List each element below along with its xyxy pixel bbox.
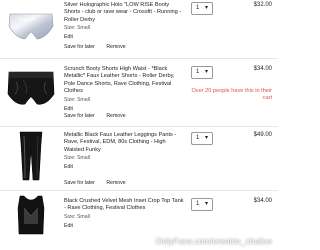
edit-link[interactable]: Edit bbox=[64, 223, 184, 229]
item-actions: Save for later Remove bbox=[64, 180, 136, 186]
remove-link[interactable]: Remove bbox=[106, 180, 125, 186]
item-price: $34.00 bbox=[253, 198, 272, 204]
chevron-down-icon: ▾ bbox=[204, 69, 208, 75]
quantity-select[interactable]: 1 ▾ bbox=[191, 132, 213, 145]
item-size: Size: Small bbox=[64, 25, 90, 32]
cart-item: Silver Holographic Holo "LOW RISE Booty … bbox=[0, 0, 278, 58]
cart-item: Scrunch Booty Shorts High Waist - *Black… bbox=[0, 62, 278, 124]
cart-popularity-notice: Over 20 people have this in their cart bbox=[191, 88, 272, 101]
item-title[interactable]: Metallic Black Faux Leather Leggings Pan… bbox=[64, 132, 184, 154]
quantity-select[interactable]: 1 ▾ bbox=[191, 2, 213, 15]
item-title[interactable]: Scrunch Booty Shorts High Waist - *Black… bbox=[64, 66, 184, 96]
divider bbox=[0, 190, 278, 191]
quantity-value: 1 bbox=[196, 135, 200, 141]
watermark: OnlyFans.com/creatrix_chalice bbox=[155, 236, 272, 246]
item-actions: Save for later Remove bbox=[64, 44, 136, 50]
quantity-select[interactable]: 1 ▾ bbox=[191, 66, 213, 79]
cart-item: Metallic Black Faux Leather Leggings Pan… bbox=[0, 128, 278, 186]
product-thumbnail[interactable] bbox=[6, 130, 56, 182]
divider bbox=[0, 58, 278, 59]
remove-link[interactable]: Remove bbox=[106, 44, 125, 50]
edit-link[interactable]: Edit bbox=[64, 106, 184, 112]
chevron-down-icon: ▾ bbox=[204, 5, 208, 11]
item-title[interactable]: Black Crushed Velvet Mesh Inset Crop Top… bbox=[64, 198, 184, 213]
quantity-value: 1 bbox=[196, 5, 200, 11]
quantity-value: 1 bbox=[196, 201, 200, 207]
chevron-down-icon: ▾ bbox=[204, 201, 208, 207]
item-price: $32.00 bbox=[253, 2, 272, 8]
item-info: Silver Holographic Holo "LOW RISE Booty … bbox=[64, 2, 184, 40]
quantity-select[interactable]: 1 ▾ bbox=[191, 198, 213, 211]
item-price: $49.00 bbox=[253, 132, 272, 138]
item-title[interactable]: Silver Holographic Holo "LOW RISE Booty … bbox=[64, 2, 184, 24]
save-for-later-link[interactable]: Save for later bbox=[64, 113, 95, 119]
chevron-down-icon: ▾ bbox=[204, 135, 208, 141]
item-price: $34.00 bbox=[253, 66, 272, 72]
product-thumbnail[interactable] bbox=[6, 194, 56, 242]
item-info: Metallic Black Faux Leather Leggings Pan… bbox=[64, 132, 184, 170]
divider bbox=[0, 126, 278, 127]
item-size: Size: Small bbox=[64, 213, 90, 220]
edit-link[interactable]: Edit bbox=[64, 34, 184, 40]
save-for-later-link[interactable]: Save for later bbox=[64, 180, 95, 186]
item-size: Size: Small bbox=[64, 155, 90, 162]
quantity-value: 1 bbox=[196, 69, 200, 75]
remove-link[interactable]: Remove bbox=[106, 113, 125, 119]
item-info: Scrunch Booty Shorts High Waist - *Black… bbox=[64, 66, 184, 112]
item-info: Black Crushed Velvet Mesh Inset Crop Top… bbox=[64, 198, 184, 229]
product-thumbnail[interactable] bbox=[6, 64, 56, 112]
item-size: Size: Small bbox=[64, 96, 90, 103]
item-actions: Save for later Remove bbox=[64, 113, 136, 119]
edit-link[interactable]: Edit bbox=[64, 164, 184, 170]
product-thumbnail[interactable] bbox=[6, 2, 56, 46]
save-for-later-link[interactable]: Save for later bbox=[64, 44, 95, 50]
